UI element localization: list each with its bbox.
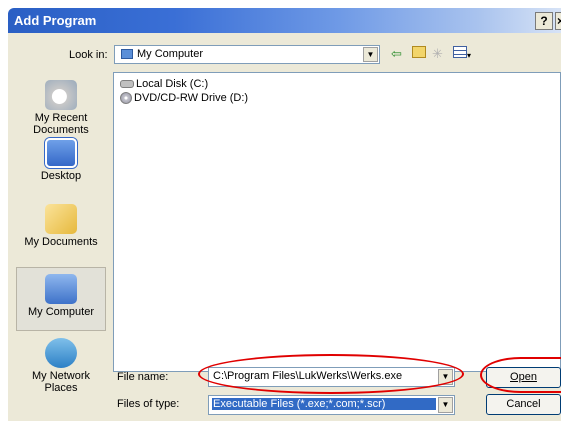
title-bar[interactable]: Add Program ? × (8, 8, 561, 33)
place-desktop[interactable]: Desktop (16, 138, 106, 182)
file-type-dropdown[interactable]: Executable Files (*.exe;*.com;*.scr) ▼ (208, 395, 455, 415)
views-menu-icon[interactable]: ▾ (453, 46, 471, 62)
back-icon[interactable]: ⇦ (391, 46, 402, 62)
place-label: My Documents (24, 236, 98, 248)
place-my-network-places[interactable]: My Network Places (16, 338, 106, 394)
dialog-body: Look in: My Computer ▼ ⇦ ✳ ▾ My Recent D… (8, 33, 561, 421)
my-computer-icon (45, 274, 77, 304)
place-my-documents[interactable]: My Documents (16, 204, 106, 248)
annotation-oval (480, 357, 561, 393)
look-in-label: Look in: (69, 49, 108, 61)
file-list[interactable]: Local Disk (C:) DVD/CD-RW Drive (D:) (113, 72, 561, 372)
file-name-label: File name: (117, 371, 169, 383)
place-label: My Computer (27, 306, 95, 318)
network-places-icon (45, 338, 77, 368)
look-in-value: My Computer (137, 48, 204, 60)
help-button[interactable]: ? (535, 12, 553, 30)
place-label: Desktop (40, 170, 82, 182)
my-documents-icon (45, 204, 77, 234)
places-bar: My Recent Documents Desktop My Documents… (16, 72, 106, 420)
list-item[interactable]: DVD/CD-RW Drive (D:) (120, 92, 248, 105)
desktop-icon (45, 138, 77, 168)
up-folder-icon[interactable] (412, 46, 426, 62)
close-button[interactable]: × (555, 12, 561, 30)
place-my-computer[interactable]: My Computer (16, 267, 106, 331)
annotation-oval (198, 354, 464, 394)
computer-icon (121, 49, 133, 60)
local-disk-icon (120, 80, 134, 89)
new-folder-icon[interactable]: ✳ (432, 46, 443, 62)
dvd-drive-icon (120, 92, 132, 105)
window-title: Add Program (14, 13, 97, 28)
file-type-label: Files of type: (117, 398, 180, 410)
recent-documents-icon (45, 80, 77, 110)
place-label: My Recent Documents (33, 112, 89, 136)
chevron-down-icon[interactable]: ▼ (438, 397, 453, 413)
list-item[interactable]: Local Disk (C:) (120, 78, 208, 90)
place-my-recent-documents[interactable]: My Recent Documents (16, 80, 106, 136)
chevron-down-icon[interactable]: ▼ (363, 47, 378, 62)
place-label: My Network Places (31, 370, 91, 394)
look-in-dropdown[interactable]: My Computer ▼ (114, 45, 380, 64)
file-type-value: Executable Files (*.exe;*.com;*.scr) (212, 398, 436, 410)
cancel-button[interactable]: Cancel (486, 394, 561, 415)
